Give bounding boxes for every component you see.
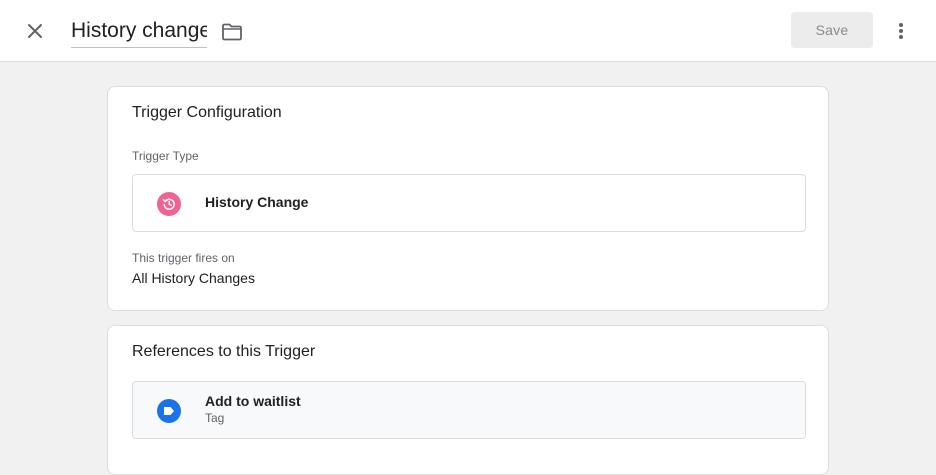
more-options-button[interactable] — [886, 16, 916, 46]
trigger-type-name: History Change — [205, 194, 309, 210]
close-button[interactable] — [20, 16, 50, 46]
card-title: References to this Trigger — [132, 343, 316, 360]
references-card: References to this Trigger Add to waitli… — [107, 325, 829, 475]
more-vert-icon — [899, 23, 903, 39]
folder-icon — [222, 23, 242, 41]
close-icon — [28, 24, 42, 38]
fires-on-label: This trigger fires on — [132, 251, 235, 265]
top-bar: History change Save — [0, 0, 936, 62]
trigger-type-label: Trigger Type — [132, 149, 199, 163]
trigger-configuration-card: Trigger Configuration Trigger Type Histo… — [107, 86, 829, 311]
save-button[interactable]: Save — [791, 12, 873, 48]
reference-name: Add to waitlist — [205, 393, 301, 409]
fires-on-value: All History Changes — [132, 270, 255, 286]
history-icon — [157, 192, 181, 216]
reference-kind: Tag — [205, 411, 225, 425]
trigger-type-selector[interactable]: History Change — [132, 174, 806, 232]
tag-icon — [157, 399, 181, 423]
card-title: Trigger Configuration — [132, 104, 282, 121]
reference-item[interactable]: Add to waitlist Tag — [132, 381, 806, 439]
trigger-name-input[interactable]: History change — [71, 14, 207, 48]
folder-button[interactable] — [219, 19, 245, 45]
